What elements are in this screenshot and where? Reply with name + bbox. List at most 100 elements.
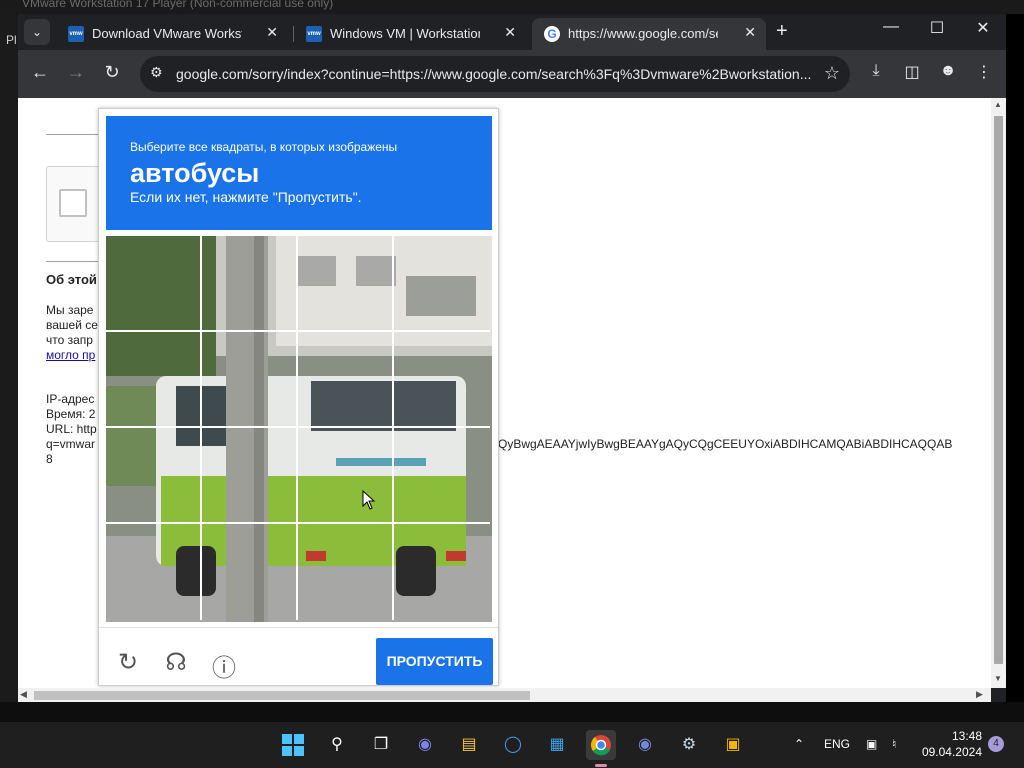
bookmark-star-icon[interactable]: ☆	[824, 63, 840, 84]
clock-date: 09.04.2024	[921, 745, 982, 759]
scroll-thumb[interactable]	[34, 691, 530, 700]
steam-icon[interactable]: ⚙	[674, 730, 704, 760]
active-app-indicator	[595, 764, 607, 767]
page-content: Об этой Мы заре вашей се что запр могло …	[18, 98, 991, 688]
forward-icon[interactable]: →	[64, 62, 88, 83]
captcha-instruction: Выберите все квадраты, в которых изображ…	[130, 140, 398, 154]
system-clock[interactable]: 13:48 09.04.2024	[920, 728, 982, 760]
captcha-tile[interactable]	[202, 524, 298, 620]
tab-title: Windows VM | Workstation Pro	[330, 26, 480, 41]
skip-button[interactable]: ПРОПУСТИТЬ	[376, 638, 493, 685]
captcha-tile[interactable]	[202, 428, 298, 524]
captcha-tile[interactable]	[394, 332, 490, 428]
minimize-icon[interactable]: —	[876, 18, 906, 36]
network-icon[interactable]: ▣	[866, 737, 877, 751]
tab-windows-vm[interactable]: vmw Windows VM | Workstation Pro ✕	[294, 18, 526, 50]
volume-muted-icon[interactable]: ♮	[892, 737, 896, 751]
site-info-icon[interactable]: ⚙	[150, 64, 163, 81]
menu-dots-icon[interactable]: ⋮	[972, 62, 996, 82]
info-extra: 8	[46, 452, 53, 466]
scroll-right-icon[interactable]: ▶	[976, 689, 983, 700]
help-info-icon[interactable]: ⓘ	[209, 648, 239, 683]
scroll-up-icon[interactable]: ▲	[994, 100, 1002, 109]
language-indicator[interactable]: ENG	[824, 737, 850, 751]
clock-time: 13:48	[951, 729, 982, 743]
captcha-hint: Если их нет, нажмите "Пропустить".	[130, 189, 362, 205]
profile-icon[interactable]: ☻	[936, 62, 960, 80]
captcha-challenge-dialog: Выберите все квадраты, в которых изображ…	[98, 108, 499, 686]
recaptcha-widget	[46, 166, 106, 242]
captcha-tile[interactable]	[394, 524, 490, 620]
vmware-icon[interactable]: ▣	[718, 730, 748, 760]
vm-host-side-label: Pl	[6, 33, 17, 47]
captcha-tile[interactable]	[298, 428, 394, 524]
reload-challenge-icon[interactable]: ↻	[113, 648, 143, 677]
captcha-image-grid	[106, 236, 492, 622]
vmware-favicon-icon: vmw	[68, 26, 84, 42]
captcha-tile[interactable]	[298, 236, 394, 332]
google-favicon-icon: G	[544, 26, 560, 42]
captcha-tile[interactable]	[106, 332, 202, 428]
tab-title: Download VMware Workstation	[92, 26, 242, 41]
tab-search-icon[interactable]: ⌄	[24, 19, 50, 45]
captcha-tile[interactable]	[202, 332, 298, 428]
info-url: URL: http	[46, 422, 97, 436]
windows-taskbar: ⚲ ❐ ◉ ▤ ◯ ▦ ◉ ⚙ ▣ ⌃ ENG ▣ ♮ 13:48 09.04.…	[0, 722, 1024, 768]
search-icon[interactable]: ⚲	[322, 730, 352, 760]
edge-icon[interactable]: ◯	[498, 730, 528, 760]
scroll-left-icon[interactable]: ◀	[20, 689, 27, 700]
new-tab-icon[interactable]: +	[776, 20, 788, 43]
about-text-line: что запр	[46, 333, 93, 347]
maximize-icon[interactable]: ☐	[922, 18, 952, 38]
start-icon[interactable]	[278, 730, 308, 760]
side-panel-icon[interactable]: ◫	[900, 62, 924, 82]
horizontal-scrollbar[interactable]: ◀ ▶	[18, 688, 991, 702]
url-text[interactable]: google.com/sorry/index?continue=https://…	[176, 66, 812, 82]
notification-badge[interactable]: 4	[988, 736, 1004, 752]
tray-overflow-icon[interactable]: ⌃	[794, 737, 804, 751]
vmware-favicon-icon: vmw	[306, 26, 322, 42]
close-window-icon[interactable]: ✕	[968, 18, 998, 38]
captcha-tile[interactable]	[394, 236, 490, 332]
about-link[interactable]: могло пр	[46, 348, 95, 362]
about-text-line: Мы заре	[46, 303, 94, 317]
recaptcha-checkbox[interactable]	[59, 189, 87, 217]
captcha-tile[interactable]	[298, 524, 394, 620]
captcha-footer: ↻ ☊ ⓘ ПРОПУСТИТЬ	[99, 627, 498, 685]
back-icon[interactable]: ←	[28, 62, 52, 83]
about-text-line: вашей се	[46, 318, 98, 332]
tab-strip: ⌄ vmw Download VMware Workstation ✕ vmw …	[18, 14, 1006, 50]
info-query: q=vmwar	[46, 437, 96, 451]
captcha-tile[interactable]	[394, 428, 490, 524]
discord-icon[interactable]: ◉	[630, 730, 660, 760]
tab-close-icon[interactable]: ✕	[504, 24, 516, 41]
chat-icon[interactable]: ◉	[410, 730, 440, 760]
captcha-tile[interactable]	[106, 524, 202, 620]
info-url-continuation: QyBwgAEAAYjwIyBwgBEAAYgAQyCQgCEEUYOxiABD…	[498, 437, 953, 451]
captcha-tile[interactable]	[106, 236, 202, 332]
scroll-down-icon[interactable]: ▼	[994, 674, 1002, 683]
store-icon[interactable]: ▦	[542, 730, 572, 760]
file-explorer-icon[interactable]: ▤	[454, 730, 484, 760]
tab-close-icon[interactable]: ✕	[266, 24, 278, 41]
captcha-tile[interactable]	[106, 428, 202, 524]
browser-window: ⌄ vmw Download VMware Workstation ✕ vmw …	[18, 14, 1006, 702]
tab-google-search[interactable]: G https://www.google.com/search ✕	[532, 18, 766, 50]
captcha-tile[interactable]	[298, 332, 394, 428]
task-view-icon[interactable]: ❐	[366, 730, 396, 760]
captcha-header: Выберите все квадраты, в которых изображ…	[106, 116, 492, 230]
vertical-scrollbar[interactable]: ▲ ▼	[991, 98, 1006, 688]
address-bar[interactable]: ⚙ google.com/sorry/index?continue=https:…	[140, 56, 850, 92]
captcha-tile[interactable]	[202, 236, 298, 332]
scroll-thumb[interactable]	[994, 116, 1003, 664]
vm-host-bottom-strip	[0, 702, 1024, 722]
audio-challenge-icon[interactable]: ☊	[161, 648, 191, 677]
divider	[46, 261, 106, 262]
divider	[46, 134, 106, 135]
download-icon[interactable]: ⤓	[864, 62, 888, 80]
reload-icon[interactable]: ↻	[100, 62, 124, 83]
tab-download-vmware[interactable]: vmw Download VMware Workstation ✕	[56, 18, 288, 50]
mouse-cursor-icon	[362, 490, 376, 510]
tab-close-icon[interactable]: ✕	[744, 24, 756, 41]
chrome-icon[interactable]	[586, 730, 616, 767]
